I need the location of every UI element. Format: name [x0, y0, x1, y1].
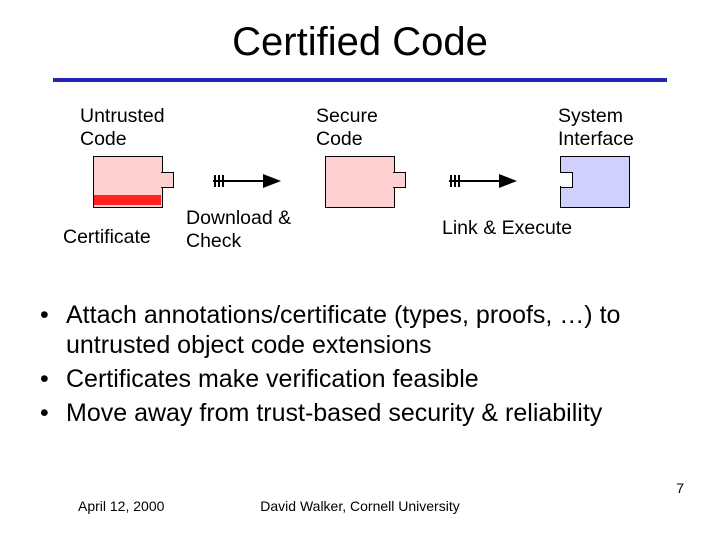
shape-system-edge-bot	[560, 186, 561, 206]
page-number: 7	[676, 480, 684, 496]
shape-system-edge-top	[560, 156, 561, 172]
label-untrusted-code: Untrusted Code	[80, 105, 165, 151]
arrow-download	[213, 172, 283, 190]
label-download-check: Download & Check	[186, 207, 291, 253]
shape-system-notch	[560, 172, 573, 188]
title-rule	[53, 78, 667, 82]
slide: Certified Code Untrusted Code Secure Cod…	[0, 0, 720, 540]
slide-title: Certified Code	[0, 20, 720, 65]
bullet-item: • Move away from trust-based security & …	[40, 398, 680, 428]
bullet-dot: •	[40, 300, 66, 360]
shape-certificate-strip	[94, 195, 161, 205]
label-link-execute: Link & Execute	[442, 217, 572, 240]
bullet-item: • Attach annotations/certificate (types,…	[40, 300, 680, 360]
footer-author: David Walker, Cornell University	[0, 498, 720, 514]
shape-untrusted-tab	[161, 172, 174, 188]
label-secure-code: Secure Code	[316, 105, 378, 151]
label-certificate: Certificate	[63, 226, 151, 249]
arrow-link	[449, 172, 519, 190]
bullet-item: • Certificates make verification feasibl…	[40, 364, 680, 394]
bullet-dot: •	[40, 364, 66, 394]
bullet-text: Move away from trust-based security & re…	[66, 398, 680, 428]
bullet-text: Attach annotations/certificate (types, p…	[66, 300, 680, 360]
bullet-list: • Attach annotations/certificate (types,…	[40, 300, 680, 432]
bullet-dot: •	[40, 398, 66, 428]
label-system-interface: System Interface	[558, 105, 634, 151]
shape-secure-body	[325, 156, 395, 208]
bullet-text: Certificates make verification feasible	[66, 364, 680, 394]
shape-secure-tab	[393, 172, 406, 188]
